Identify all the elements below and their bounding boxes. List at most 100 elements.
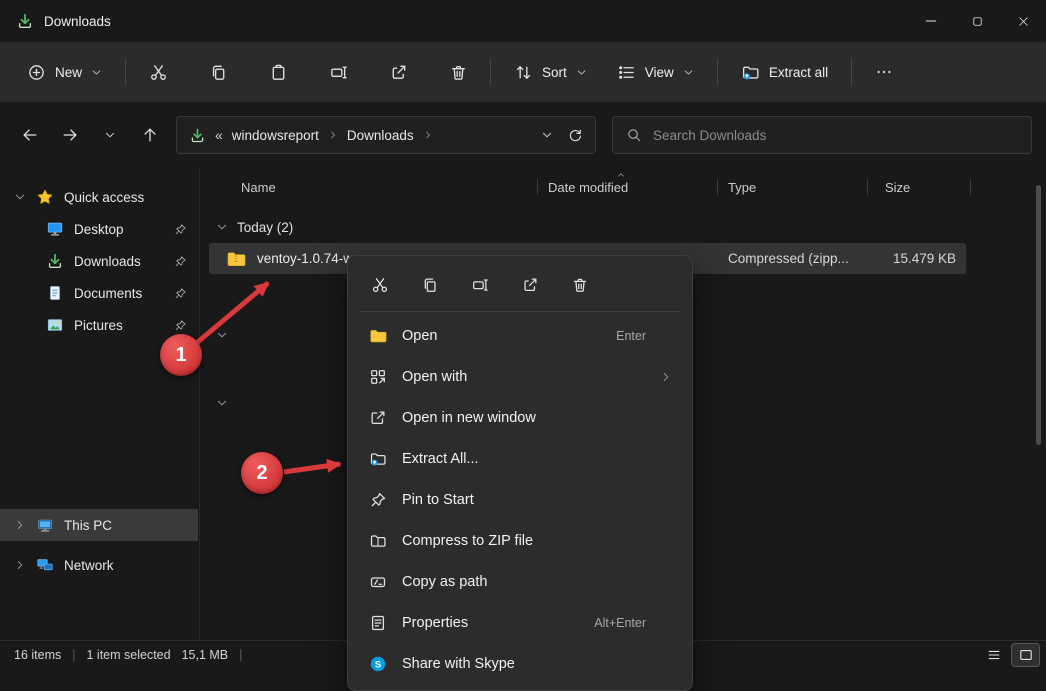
documents-icon	[46, 284, 64, 302]
skype-icon: S	[369, 655, 387, 673]
group-header-today[interactable]: Today (2)	[201, 214, 293, 240]
sort-icon	[514, 63, 533, 82]
downloads-location-icon	[189, 127, 206, 144]
refresh-icon[interactable]	[567, 127, 583, 143]
cut-icon	[149, 63, 168, 82]
column-header-date-modified[interactable]: Date modified	[538, 168, 718, 206]
vertical-scrollbar-thumb[interactable]	[1036, 185, 1041, 445]
column-header-type[interactable]: Type	[718, 168, 868, 206]
sidebar-bottom-group: This PC Network	[0, 509, 198, 581]
address-dropdown-chevron-icon[interactable]	[541, 129, 553, 141]
breadcrumb-overflow-button[interactable]: «	[215, 127, 223, 143]
titlebar: Downloads	[0, 0, 1046, 42]
cut-button[interactable]	[362, 269, 398, 301]
recent-locations-button[interactable]	[92, 117, 128, 153]
sidebar-item-quick-access[interactable]: Quick access	[0, 181, 199, 213]
view-button[interactable]: View	[606, 55, 705, 90]
column-header-name[interactable]: Name	[201, 168, 538, 206]
breadcrumb-item-windowsreport[interactable]: windowsreport	[232, 128, 319, 143]
share-button[interactable]	[378, 54, 418, 90]
minimize-icon	[923, 13, 939, 29]
chevron-down-icon	[104, 129, 116, 141]
delete-button[interactable]	[562, 269, 598, 301]
menu-item-open[interactable]: Open Enter	[354, 315, 686, 356]
paste-button[interactable]	[258, 54, 298, 90]
menu-item-properties[interactable]: Properties Alt+Enter	[354, 602, 686, 643]
column-header-size[interactable]: Size	[868, 168, 971, 206]
delete-icon	[571, 276, 589, 294]
menu-item-label: Copy as path	[402, 574, 487, 590]
menu-item-label: Pin to Start	[402, 492, 474, 508]
chevron-right-icon	[14, 519, 26, 531]
close-button[interactable]	[1000, 0, 1046, 42]
menu-item-compress-to-zip[interactable]: Compress to ZIP file	[354, 520, 686, 561]
minimize-button[interactable]	[908, 0, 954, 42]
back-button[interactable]	[12, 117, 48, 153]
maximize-button[interactable]	[954, 0, 1000, 42]
share-button[interactable]	[512, 269, 548, 301]
menu-item-share-with-skype[interactable]: S Share with Skype	[354, 643, 686, 684]
address-bar[interactable]: « windowsreport Downloads	[176, 116, 596, 154]
menu-item-label: Extract All...	[402, 451, 479, 467]
group-collapse-chevron-icon[interactable]	[216, 397, 228, 409]
extract-all-button-label: Extract all	[769, 65, 828, 80]
details-view-button[interactable]	[980, 644, 1007, 666]
menu-item-open-with[interactable]: Open with	[354, 356, 686, 397]
context-menu: Open Enter Open with Open in new window …	[347, 255, 693, 691]
sidebar-item-documents[interactable]: Documents	[0, 277, 199, 309]
menu-item-pin-to-start[interactable]: Pin to Start	[354, 479, 686, 520]
column-header-label: Type	[728, 180, 756, 195]
maximize-icon	[970, 14, 985, 29]
rename-icon	[329, 63, 348, 82]
selection-size: 15,1 MB	[182, 648, 229, 662]
sort-button[interactable]: Sort	[503, 55, 598, 90]
column-header-label: Size	[885, 180, 910, 195]
forward-button[interactable]	[52, 117, 88, 153]
cut-button[interactable]	[138, 54, 178, 90]
sidebar-item-desktop[interactable]: Desktop	[0, 213, 199, 245]
sidebar-item-this-pc[interactable]: This PC	[0, 509, 198, 541]
copy-icon	[209, 63, 228, 82]
delete-button[interactable]	[438, 54, 478, 90]
delete-icon	[449, 63, 468, 82]
cut-icon	[371, 276, 389, 294]
plus-circle-icon	[27, 63, 46, 82]
sidebar-item-downloads[interactable]: Downloads	[0, 245, 199, 277]
share-icon	[521, 276, 539, 294]
paste-icon	[269, 63, 288, 82]
forward-icon	[61, 126, 79, 144]
rename-button[interactable]	[318, 54, 358, 90]
toolbar-separator	[490, 59, 491, 85]
breadcrumb-item-downloads[interactable]: Downloads	[347, 128, 414, 143]
properties-icon	[369, 614, 387, 632]
toolbar-separator	[717, 59, 718, 85]
extract-all-button[interactable]: Extract all	[730, 55, 839, 90]
up-button[interactable]	[132, 117, 168, 153]
toolbar-separator	[125, 59, 126, 85]
more-options-button[interactable]	[864, 54, 904, 90]
address-bar-controls	[541, 127, 583, 143]
new-button[interactable]: New	[16, 55, 113, 90]
downloads-icon	[46, 252, 64, 270]
extract-all-icon	[369, 450, 387, 468]
pictures-icon	[46, 316, 64, 334]
menu-item-shortcut: Enter	[616, 329, 646, 343]
copy-button[interactable]	[412, 269, 448, 301]
chevron-down-icon	[576, 67, 587, 78]
rename-button[interactable]	[462, 269, 498, 301]
menu-item-label: Compress to ZIP file	[402, 533, 533, 549]
command-bar: New	[0, 42, 1046, 102]
chevron-down-icon	[14, 191, 26, 203]
menu-item-copy-as-path[interactable]: Copy as path	[354, 561, 686, 602]
search-input[interactable]	[653, 128, 1018, 143]
sidebar-item-label: Pictures	[74, 318, 123, 333]
sidebar-item-network[interactable]: Network	[0, 549, 198, 581]
menu-item-extract-all[interactable]: Extract All...	[354, 438, 686, 479]
copy-button[interactable]	[198, 54, 238, 90]
large-icons-view-button[interactable]	[1012, 644, 1039, 666]
chevron-down-icon	[216, 221, 228, 233]
column-headers: Name Date modified Type Size	[201, 168, 1030, 206]
sort-ascending-icon	[616, 170, 626, 180]
menu-item-open-in-new-window[interactable]: Open in new window	[354, 397, 686, 438]
status-separator: |	[72, 648, 75, 662]
